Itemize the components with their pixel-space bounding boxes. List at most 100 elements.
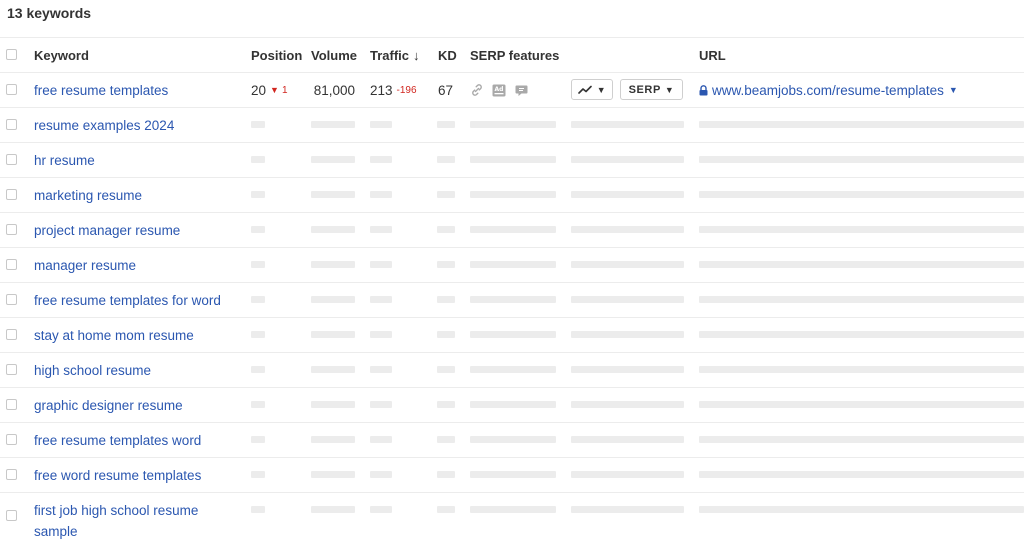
serp-features-placeholder bbox=[470, 261, 556, 268]
kd-placeholder bbox=[437, 156, 455, 163]
table-row: first job high school resume sample bbox=[0, 493, 1024, 543]
keyword-link[interactable]: project manager resume bbox=[34, 220, 180, 241]
table-row: marketing resume bbox=[0, 178, 1024, 213]
url-placeholder bbox=[699, 121, 1024, 128]
position-placeholder bbox=[251, 156, 265, 163]
url-placeholder bbox=[699, 471, 1024, 478]
keyword-link[interactable]: marketing resume bbox=[34, 185, 142, 206]
row-checkbox[interactable] bbox=[6, 510, 17, 521]
table-row: free resume templates word bbox=[0, 423, 1024, 458]
column-header-kd[interactable]: KD bbox=[438, 38, 457, 72]
row-checkbox[interactable] bbox=[6, 364, 17, 375]
traffic-value: 213 bbox=[370, 82, 393, 98]
url-placeholder bbox=[699, 296, 1024, 303]
table-row: manager resume bbox=[0, 248, 1024, 283]
volume-placeholder bbox=[311, 156, 355, 163]
position-placeholder bbox=[251, 296, 265, 303]
column-header-url[interactable]: URL bbox=[699, 38, 726, 72]
row-checkbox[interactable] bbox=[6, 294, 17, 305]
ad-icon: Ad bbox=[492, 84, 506, 97]
keyword-link[interactable]: stay at home mom resume bbox=[34, 325, 194, 346]
position-placeholder bbox=[251, 226, 265, 233]
traffic-placeholder bbox=[370, 471, 392, 478]
select-all-checkbox[interactable] bbox=[6, 49, 17, 60]
serp-buttons-placeholder bbox=[571, 191, 684, 198]
keyword-link[interactable]: free resume templates for word bbox=[34, 290, 221, 311]
keyword-link[interactable]: free word resume templates bbox=[34, 465, 201, 486]
volume-placeholder bbox=[311, 401, 355, 408]
keyword-link[interactable]: high school resume bbox=[34, 360, 151, 381]
trend-icon bbox=[577, 85, 592, 95]
url-link[interactable]: www.beamjobs.com/resume-templates bbox=[712, 83, 944, 98]
row-checkbox[interactable] bbox=[6, 469, 17, 480]
serp-features-placeholder bbox=[470, 156, 556, 163]
keyword-link[interactable]: manager resume bbox=[34, 255, 136, 276]
volume-placeholder bbox=[311, 436, 355, 443]
keyword-link[interactable]: graphic designer resume bbox=[34, 395, 183, 416]
traffic-placeholder bbox=[370, 401, 392, 408]
traffic-cell: 213 -196 bbox=[370, 73, 417, 107]
history-chart-button[interactable]: ▼ bbox=[571, 79, 613, 100]
kd-placeholder bbox=[437, 191, 455, 198]
volume-placeholder bbox=[311, 226, 355, 233]
serp-buttons-placeholder bbox=[571, 261, 684, 268]
serp-buttons-placeholder bbox=[571, 471, 684, 478]
keyword-link[interactable]: free resume templates bbox=[34, 80, 168, 101]
row-checkbox[interactable] bbox=[6, 329, 17, 340]
table-row: project manager resume bbox=[0, 213, 1024, 248]
traffic-placeholder bbox=[370, 156, 392, 163]
row-checkbox[interactable] bbox=[6, 224, 17, 235]
row-checkbox[interactable] bbox=[6, 434, 17, 445]
column-header-keyword[interactable]: Keyword bbox=[34, 38, 89, 72]
serp-buttons-placeholder bbox=[571, 506, 684, 513]
serp-features-placeholder bbox=[470, 471, 556, 478]
volume-placeholder bbox=[311, 331, 355, 338]
table-row: high school resume bbox=[0, 353, 1024, 388]
traffic-placeholder bbox=[370, 506, 392, 513]
position-placeholder bbox=[251, 471, 265, 478]
serp-buttons-placeholder bbox=[571, 226, 684, 233]
position-change: 1 bbox=[281, 84, 288, 96]
loading-rows: resume examples 2024 hr resume marketing r… bbox=[0, 108, 1024, 543]
position-placeholder bbox=[251, 121, 265, 128]
row-checkbox[interactable] bbox=[6, 119, 17, 130]
table-row: graphic designer resume bbox=[0, 388, 1024, 423]
row-checkbox[interactable] bbox=[6, 84, 17, 95]
traffic-placeholder bbox=[370, 331, 392, 338]
serp-features-placeholder bbox=[470, 436, 556, 443]
table-row: free resume templates 20 ▼ 1 81,000 213 … bbox=[0, 73, 1024, 108]
kd-value: 67 bbox=[438, 82, 454, 98]
volume-placeholder bbox=[311, 506, 355, 513]
column-header-serp-features[interactable]: SERP features bbox=[470, 38, 559, 72]
serp-features-placeholder bbox=[470, 331, 556, 338]
volume-placeholder bbox=[311, 121, 355, 128]
serp-features-placeholder bbox=[470, 296, 556, 303]
table-header: Keyword Position Volume Traffic ↓ KD SER… bbox=[0, 37, 1024, 73]
url-placeholder bbox=[699, 191, 1024, 198]
column-header-position[interactable]: Position bbox=[251, 38, 302, 72]
serp-button[interactable]: SERP ▼ bbox=[620, 79, 683, 100]
table-row: free resume templates for word bbox=[0, 283, 1024, 318]
column-header-traffic[interactable]: Traffic ↓ bbox=[370, 38, 420, 72]
volume-placeholder bbox=[311, 366, 355, 373]
chevron-down-icon: ▼ bbox=[664, 84, 675, 95]
chevron-down-icon: ▼ bbox=[596, 84, 607, 95]
keyword-link[interactable]: first job high school resume sample bbox=[34, 500, 209, 542]
column-header-volume[interactable]: Volume bbox=[311, 38, 357, 72]
keyword-link[interactable]: free resume templates word bbox=[34, 430, 201, 451]
position-cell: 20 ▼ 1 bbox=[251, 73, 288, 107]
caret-down-icon[interactable]: ▼ bbox=[949, 85, 958, 95]
traffic-placeholder bbox=[370, 296, 392, 303]
table-row: free word resume templates bbox=[0, 458, 1024, 493]
row-checkbox[interactable] bbox=[6, 189, 17, 200]
row-checkbox[interactable] bbox=[6, 259, 17, 270]
row-checkbox[interactable] bbox=[6, 154, 17, 165]
keyword-link[interactable]: resume examples 2024 bbox=[34, 115, 174, 136]
url-placeholder bbox=[699, 401, 1024, 408]
url-placeholder bbox=[699, 366, 1024, 373]
url-placeholder bbox=[699, 506, 1024, 513]
keyword-link[interactable]: hr resume bbox=[34, 150, 95, 171]
row-checkbox[interactable] bbox=[6, 399, 17, 410]
position-placeholder bbox=[251, 366, 265, 373]
serp-buttons-placeholder bbox=[571, 436, 684, 443]
